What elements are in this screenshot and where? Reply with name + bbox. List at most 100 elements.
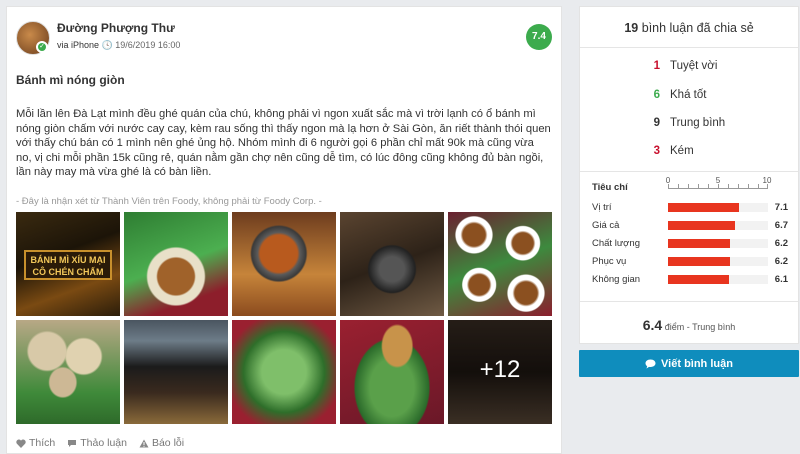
review-title[interactable]: Bánh mì nóng giòn	[16, 73, 125, 87]
review-body: Mỗi lần lên Đà Lạt mình đều ghé quán của…	[16, 108, 551, 179]
review-photo[interactable]	[232, 320, 336, 424]
post-date: 19/6/2019 16:00	[115, 40, 181, 50]
average-score-unit: điểm	[664, 322, 685, 332]
divider	[580, 47, 798, 48]
scale-label: 0	[665, 176, 671, 185]
like-button[interactable]: Thích	[16, 437, 55, 449]
user-name[interactable]: Đường Phượng Thư	[57, 21, 175, 35]
criteria-scale: 0 5 10	[665, 176, 771, 193]
review-photo[interactable]	[340, 320, 444, 424]
rating-count-row[interactable]: 1 Tuyệt vời	[652, 60, 718, 72]
warning-icon	[139, 439, 149, 447]
more-photos-tile[interactable]: +12	[448, 320, 552, 424]
criteria-name: Vị trí	[592, 202, 612, 213]
criteria-name: Không gian	[592, 274, 641, 285]
review-actions: Thích Thảo luận Báo lỗi	[16, 437, 184, 449]
discuss-button[interactable]: Thảo luận	[67, 437, 127, 449]
more-photos-count: +12	[479, 356, 521, 383]
comment-icon	[68, 439, 77, 447]
report-button[interactable]: Báo lỗi	[139, 437, 184, 449]
criteria-bar-fill	[668, 221, 735, 230]
criteria-name: Phục vụ	[592, 256, 627, 267]
rating-count: 6	[653, 89, 660, 101]
rating-label: Kém	[670, 145, 694, 157]
criteria-bar	[668, 203, 768, 212]
scale-tick	[728, 184, 729, 188]
review-photo[interactable]	[232, 212, 336, 316]
rating-summary: 19 bình luận đã chia sẻ 1 Tuyệt vời 6 Kh…	[579, 6, 799, 344]
criteria-bar-fill	[668, 239, 730, 248]
scale-line	[668, 188, 768, 189]
scale-tick	[738, 184, 739, 188]
criteria-value: 7.1	[774, 202, 788, 213]
rating-count-row[interactable]: 9 Trung bình	[652, 117, 726, 129]
criteria-bar	[668, 257, 768, 266]
heart-icon	[16, 439, 26, 448]
criteria-header: Tiêu chí	[592, 182, 628, 193]
verified-check-icon: ✓	[36, 41, 48, 53]
criteria-name: Chất lượng	[592, 238, 640, 249]
shop-sign-line2: CÔ CHÉN CHẤM	[32, 267, 104, 277]
like-label: Thích	[29, 437, 56, 449]
shop-sign: BÁNH MÌ XÍU MẠI CÔ CHÉN CHẤM	[24, 250, 112, 280]
discuss-label: Thảo luận	[80, 437, 127, 449]
criteria-row: Không gian 6.1	[592, 273, 788, 287]
average-score: 6.4 điểm - Trung bình	[580, 317, 798, 333]
criteria-bar	[668, 275, 768, 284]
divider	[580, 171, 798, 172]
clock-icon: 🕓	[101, 40, 113, 50]
scale-tick	[678, 184, 679, 188]
criteria-bar-fill	[668, 275, 729, 284]
divider	[580, 301, 798, 302]
review-disclaimer: - Đây là nhận xét từ Thành Viên trên Foo…	[16, 196, 322, 207]
write-review-button[interactable]: Viết bình luận	[579, 350, 799, 377]
review-count-heading: 19 bình luận đã chia sẻ	[580, 21, 798, 35]
criteria-bar	[668, 221, 768, 230]
average-score-value: 6.4	[642, 317, 663, 333]
rating-count-row[interactable]: 6 Khá tốt	[652, 89, 707, 101]
criteria-bar-fill	[668, 257, 730, 266]
review-photo[interactable]	[16, 320, 120, 424]
criteria-row: Giá cả 6.7	[592, 219, 788, 233]
scale-tick	[708, 184, 709, 188]
scale-tick	[698, 184, 699, 188]
rating-count: 1	[653, 60, 660, 72]
criteria-row: Chất lượng 6.2	[592, 237, 788, 251]
scale-label: 10	[762, 176, 772, 185]
post-source: via iPhone	[57, 40, 100, 50]
review-count: 19	[624, 21, 639, 35]
review-photo[interactable]	[124, 212, 228, 316]
rating-label: Khá tốt	[670, 89, 707, 101]
criteria-name: Giá cả	[592, 220, 620, 231]
criteria-row: Phục vụ 6.2	[592, 255, 788, 269]
shop-sign-line1: BÁNH MÌ XÍU MẠI	[30, 255, 106, 265]
criteria-value: 6.2	[774, 238, 788, 249]
criteria-bar	[668, 239, 768, 248]
rating-count: 3	[653, 145, 660, 157]
review-photo[interactable]	[340, 212, 444, 316]
scale-tick	[748, 184, 749, 188]
criteria-row: Vị trí 7.1	[592, 201, 788, 215]
report-label: Báo lỗi	[151, 437, 185, 449]
scale-tick	[758, 184, 759, 188]
post-meta: via iPhone 🕓 19/6/2019 16:00	[57, 40, 180, 51]
average-score-label: - Trung bình	[686, 322, 736, 332]
write-review-label: Viết bình luận	[661, 357, 733, 370]
scale-label: 5	[715, 176, 721, 185]
scale-tick	[688, 184, 689, 188]
review-card: ✓ Đường Phượng Thư via iPhone 🕓 19/6/201…	[6, 6, 562, 454]
review-photo[interactable]: BÁNH MÌ XÍU MẠI CÔ CHÉN CHẤM	[16, 212, 120, 316]
review-count-text: bình luận đã chia sẻ	[641, 21, 754, 35]
rating-label: Trung bình	[670, 117, 726, 129]
review-score-badge: 7.4	[526, 24, 552, 50]
comment-icon	[645, 359, 656, 368]
criteria-bar-fill	[668, 203, 739, 212]
rating-count: 9	[653, 117, 660, 129]
rating-label: Tuyệt vời	[670, 60, 718, 72]
review-photo[interactable]	[448, 212, 552, 316]
photo-grid: BÁNH MÌ XÍU MẠI CÔ CHÉN CHẤM +12	[16, 212, 552, 424]
criteria-value: 6.2	[774, 256, 788, 267]
review-photo[interactable]	[124, 320, 228, 424]
rating-count-row[interactable]: 3 Kém	[652, 145, 694, 157]
criteria-value: 6.7	[774, 220, 788, 231]
